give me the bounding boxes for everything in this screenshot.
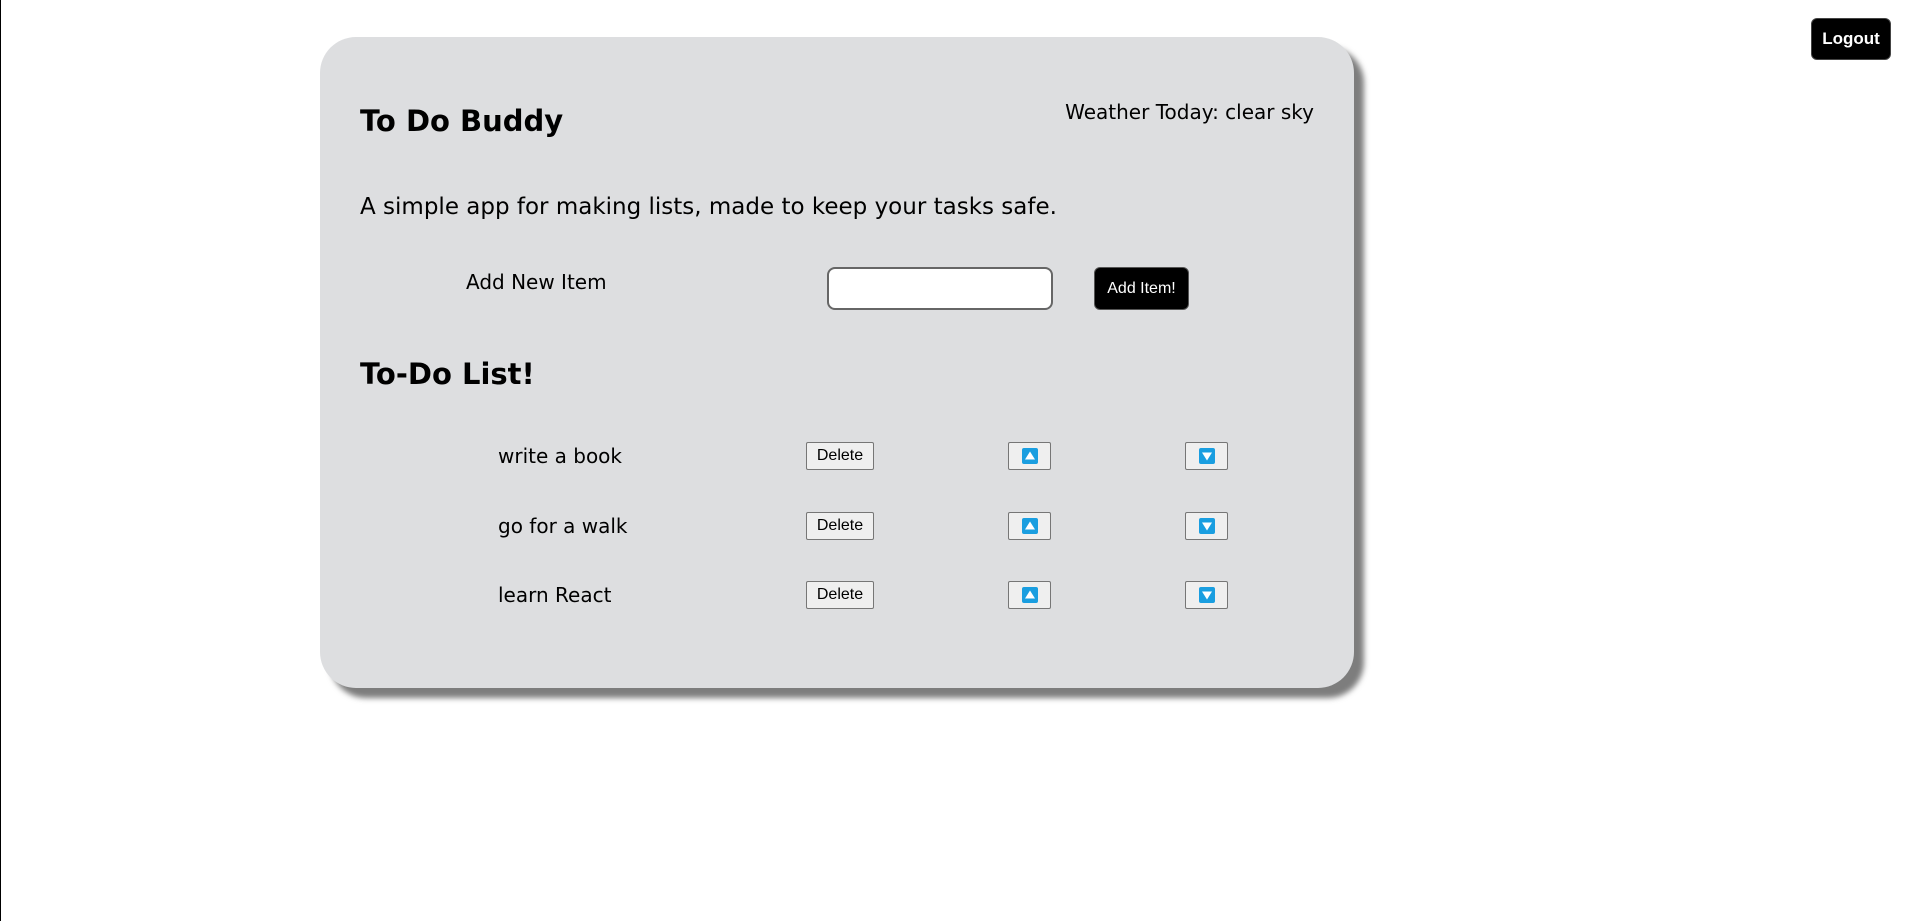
move-up-button[interactable] <box>1008 581 1051 609</box>
add-item-label: Add New Item <box>466 270 607 294</box>
app-tagline: A simple app for making lists, made to k… <box>360 194 1057 220</box>
page: Logout To Do Buddy Weather Today: clear … <box>0 0 1910 921</box>
move-up-button[interactable] <box>1008 512 1051 540</box>
delete-button[interactable]: Delete <box>806 442 874 470</box>
todo-item-text: learn React <box>498 583 612 607</box>
arrow-down-icon <box>1198 587 1215 603</box>
add-item-button[interactable]: Add Item! <box>1094 267 1189 310</box>
logout-button[interactable]: Logout <box>1811 18 1891 60</box>
arrow-down-icon <box>1198 518 1215 534</box>
todo-item-text: go for a walk <box>498 514 628 538</box>
arrow-up-icon <box>1021 518 1038 534</box>
move-up-button[interactable] <box>1008 442 1051 470</box>
app-card: To Do Buddy Weather Today: clear sky A s… <box>320 37 1354 688</box>
app-title: To Do Buddy <box>360 104 564 138</box>
move-down-button[interactable] <box>1185 581 1228 609</box>
todo-item: go for a walk Delete <box>320 512 1354 542</box>
delete-button[interactable]: Delete <box>806 512 874 540</box>
todo-item-text: write a book <box>498 444 623 468</box>
arrow-down-icon <box>1198 448 1215 464</box>
move-down-button[interactable] <box>1185 442 1228 470</box>
delete-button[interactable]: Delete <box>806 581 874 609</box>
todo-item: write a book Delete <box>320 442 1354 472</box>
add-item-input[interactable] <box>827 267 1053 310</box>
move-down-button[interactable] <box>1185 512 1228 540</box>
todo-item: learn React Delete <box>320 581 1354 611</box>
todo-list-title: To-Do List! <box>360 357 535 391</box>
weather-status: Weather Today: clear sky <box>1065 100 1314 124</box>
arrow-up-icon <box>1021 448 1038 464</box>
arrow-up-icon <box>1021 587 1038 603</box>
